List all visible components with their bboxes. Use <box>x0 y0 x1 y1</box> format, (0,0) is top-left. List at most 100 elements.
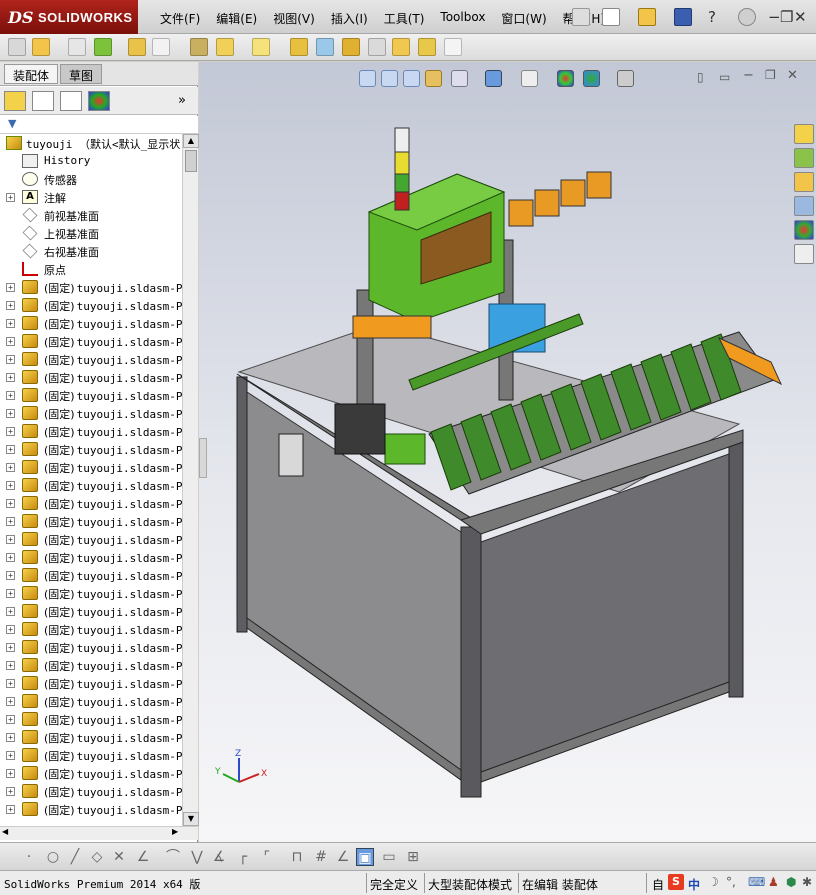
tree-component-row[interactable]: + (固定) tuyouji.sldasm-P <box>0 494 182 512</box>
mirror-icon[interactable]: ∡ <box>210 848 228 866</box>
smart-dimension-icon[interactable]: ⊓ <box>288 848 306 866</box>
expand-icon[interactable]: + <box>6 625 15 634</box>
tree-component-row[interactable]: + (固定) tuyouji.sldasm-P <box>0 296 182 314</box>
expand-icon[interactable]: + <box>6 733 15 742</box>
expand-icon[interactable]: + <box>6 787 15 796</box>
scroll-right-icon[interactable]: ▶ <box>172 827 178 836</box>
tree-component-row[interactable]: + (固定) tuyouji.sldasm-P <box>0 692 182 710</box>
tree-component-row[interactable]: + (固定) tuyouji.sldasm-P <box>0 332 182 350</box>
tree-component-row[interactable]: + (固定) tuyouji.sldasm-P <box>0 530 182 548</box>
move-component-icon[interactable] <box>152 38 170 56</box>
menu-view[interactable]: 视图(V) <box>265 10 323 27</box>
expand-icon[interactable]: + <box>6 553 15 562</box>
bill-of-materials-icon[interactable] <box>316 38 334 56</box>
tree-component-row[interactable]: + (固定) tuyouji.sldasm-P <box>0 746 182 764</box>
interference-detection-icon[interactable] <box>392 38 410 56</box>
scroll-thumb[interactable] <box>185 150 197 172</box>
expand-icon[interactable]: + <box>6 409 15 418</box>
construction-geometry-icon[interactable]: ⌜ <box>258 848 276 866</box>
ime-punctuation-icon[interactable]: °, <box>726 875 736 889</box>
tree-item-right-plane[interactable]: 右视基准面 <box>0 242 182 260</box>
feature-manager-icon[interactable] <box>4 91 26 111</box>
ime-moon-icon[interactable]: ☽ <box>708 875 719 889</box>
tree-component-row[interactable]: + (固定) tuyouji.sldasm-P <box>0 314 182 332</box>
expand-icon[interactable]: + <box>6 337 15 346</box>
tree-component-row[interactable]: + (固定) tuyouji.sldasm-P <box>0 350 182 368</box>
expand-icon[interactable]: + <box>6 769 15 778</box>
pin-icon[interactable] <box>572 8 590 26</box>
corner-rectangle-icon[interactable]: ┌ <box>234 848 252 866</box>
tree-horizontal-scrollbar[interactable]: ◀ ▶ <box>0 826 198 840</box>
tree-item-annotations[interactable]: + A 注解 <box>0 188 182 206</box>
assembly-features-icon[interactable] <box>216 38 234 56</box>
expand-icon[interactable]: + <box>6 751 15 760</box>
tree-component-row[interactable]: + (固定) tuyouji.sldasm-P <box>0 656 182 674</box>
tree-vertical-scrollbar[interactable]: ▲ ▼ <box>182 134 199 826</box>
tree-component-row[interactable]: + (固定) tuyouji.sldasm-P <box>0 728 182 746</box>
expand-panel-icon[interactable]: » <box>178 93 186 108</box>
3d-view-icon[interactable]: ▣ <box>356 848 374 866</box>
centerline-icon[interactable]: ∠ <box>134 848 152 866</box>
expand-icon[interactable]: + <box>6 319 15 328</box>
save-icon[interactable] <box>674 8 692 26</box>
paperclip-icon[interactable] <box>68 38 86 56</box>
insert-component-icon[interactable] <box>8 38 26 56</box>
expand-icon[interactable]: + <box>6 805 15 814</box>
scroll-left-icon[interactable]: ◀ <box>2 827 8 836</box>
expand-icon[interactable]: + <box>6 373 15 382</box>
expand-icon[interactable]: + <box>6 661 15 670</box>
expand-icon[interactable]: + <box>6 283 15 292</box>
ime-mode[interactable]: 中 <box>688 876 700 893</box>
expand-icon[interactable]: + <box>6 391 15 400</box>
point-icon[interactable]: · <box>20 848 38 866</box>
tree-item-top-plane[interactable]: 上视基准面 <box>0 224 182 242</box>
mate-icon[interactable] <box>32 38 50 56</box>
close-icon[interactable]: ✕ <box>794 8 807 26</box>
expand-icon[interactable]: + <box>6 607 15 616</box>
expand-icon[interactable]: + <box>6 715 15 724</box>
tree-component-row[interactable]: + (固定) tuyouji.sldasm-P <box>0 548 182 566</box>
tree-component-row[interactable]: + (固定) tuyouji.sldasm-P <box>0 422 182 440</box>
expand-icon[interactable]: + <box>6 679 15 688</box>
tab-sketch[interactable]: 草图 <box>60 64 103 84</box>
expand-icon[interactable]: + <box>6 571 15 580</box>
tree-component-row[interactable]: + (固定) tuyouji.sldasm-P <box>0 710 182 728</box>
show-hidden-icon[interactable] <box>190 38 208 56</box>
new-document-icon[interactable] <box>602 8 620 26</box>
clearance-verification-icon[interactable] <box>418 38 436 56</box>
menu-tools[interactable]: 工具(T) <box>376 10 433 27</box>
tree-component-row[interactable]: + (固定) tuyouji.sldasm-P <box>0 638 182 656</box>
minimize-icon[interactable]: − <box>768 8 781 26</box>
tree-item-sensors[interactable]: 传感器 <box>0 170 182 188</box>
expand-icon[interactable]: + <box>6 589 15 598</box>
property-manager-icon[interactable] <box>32 91 54 111</box>
tree-component-row[interactable]: + (固定) tuyouji.sldasm-P <box>0 800 182 818</box>
ime-user-icon[interactable]: ♟ <box>768 875 779 889</box>
tree-component-row[interactable]: + (固定) tuyouji.sldasm-P <box>0 368 182 386</box>
menu-edit[interactable]: 编辑(E) <box>208 10 265 27</box>
tree-item-history[interactable]: History <box>0 152 182 170</box>
tree-component-row[interactable]: + (固定) tuyouji.sldasm-P <box>0 584 182 602</box>
tree-component-row[interactable]: + (固定) tuyouji.sldasm-P <box>0 386 182 404</box>
instant3d-icon[interactable] <box>444 38 462 56</box>
menu-window[interactable]: 窗口(W) <box>493 10 554 27</box>
trim-icon[interactable]: ✕ <box>110 848 128 866</box>
menu-insert[interactable]: 插入(I) <box>323 10 376 27</box>
line-icon[interactable]: ╱ <box>66 848 84 866</box>
convert-entities-icon[interactable]: ⋁ <box>188 848 206 866</box>
solidworks-logo[interactable]: DS SOLIDWORKS <box>0 0 138 34</box>
tree-component-row[interactable]: + (固定) tuyouji.sldasm-P <box>0 764 182 782</box>
help-icon[interactable]: ? <box>708 8 716 26</box>
tree-filter[interactable]: ▼ <box>0 116 198 134</box>
explode-line-sketch-icon[interactable] <box>368 38 386 56</box>
expand-icon[interactable]: + <box>6 517 15 526</box>
configuration-manager-icon[interactable] <box>60 91 82 111</box>
scroll-down-icon[interactable]: ▼ <box>183 812 199 826</box>
expand-icon[interactable]: + <box>6 355 15 364</box>
assembly-model[interactable]: Z X Y <box>199 62 816 842</box>
single-view-icon[interactable]: ▭ <box>380 848 398 866</box>
reference-geometry-icon[interactable] <box>252 38 270 56</box>
ime-keyboard-icon[interactable]: ⌨ <box>748 875 765 889</box>
tree-component-row[interactable]: + (固定) tuyouji.sldasm-P <box>0 512 182 530</box>
expand-icon[interactable]: + <box>6 427 15 436</box>
